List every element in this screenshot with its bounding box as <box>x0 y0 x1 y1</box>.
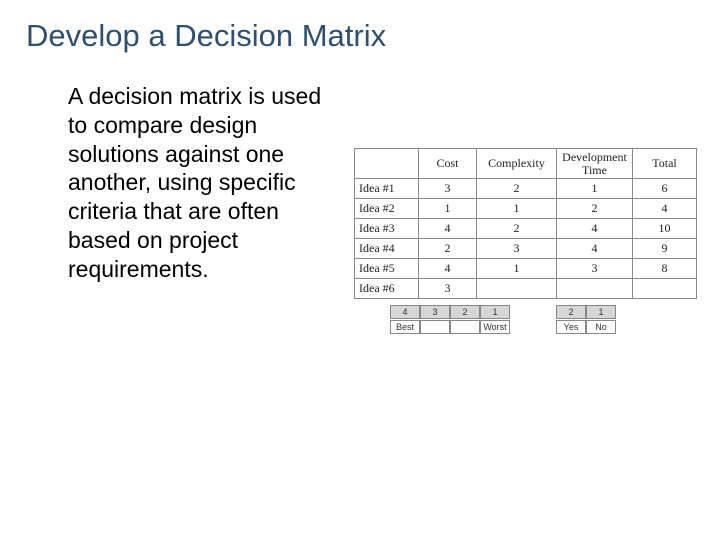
cell: 4 <box>419 219 477 239</box>
cell <box>477 279 557 299</box>
cell: 3 <box>477 239 557 259</box>
table-row: Idea #2 1 1 2 4 <box>355 199 697 219</box>
cell: 3 <box>419 279 477 299</box>
legend-scale-value: 3 <box>420 305 450 319</box>
matrix-legend: 4 3 2 1 2 1 Best Worst Yes No <box>390 305 696 334</box>
decision-matrix: Cost Complexity Development Time Total I… <box>354 148 696 334</box>
matrix-corner <box>355 149 419 179</box>
legend-binary-label: Yes <box>556 320 586 334</box>
legend-binary-value: 2 <box>556 305 586 319</box>
matrix-table: Cost Complexity Development Time Total I… <box>354 148 697 299</box>
slide: Develop a Decision Matrix A decision mat… <box>0 0 720 540</box>
cell: 9 <box>633 239 697 259</box>
row-label: Idea #3 <box>355 219 419 239</box>
cell: 4 <box>633 199 697 219</box>
legend-scale-label: Worst <box>480 320 510 334</box>
cell <box>633 279 697 299</box>
cell: 4 <box>419 259 477 279</box>
legend-binary-label: No <box>586 320 616 334</box>
legend-scale-label <box>450 320 480 334</box>
col-cost: Cost <box>419 149 477 179</box>
cell: 6 <box>633 179 697 199</box>
col-devtime: Development Time <box>557 149 633 179</box>
cell: 2 <box>557 199 633 219</box>
matrix-header-row: Cost Complexity Development Time Total <box>355 149 697 179</box>
cell <box>557 279 633 299</box>
table-row: Idea #3 4 2 4 10 <box>355 219 697 239</box>
legend-scale-value: 2 <box>450 305 480 319</box>
table-row: Idea #6 3 <box>355 279 697 299</box>
row-label: Idea #6 <box>355 279 419 299</box>
legend-scale-value: 4 <box>390 305 420 319</box>
cell: 1 <box>477 259 557 279</box>
cell: 2 <box>419 239 477 259</box>
cell: 3 <box>557 259 633 279</box>
table-row: Idea #5 4 1 3 8 <box>355 259 697 279</box>
cell: 10 <box>633 219 697 239</box>
col-complexity: Complexity <box>477 149 557 179</box>
cell: 8 <box>633 259 697 279</box>
legend-binary-value: 1 <box>586 305 616 319</box>
cell: 1 <box>477 199 557 219</box>
cell: 4 <box>557 239 633 259</box>
row-label: Idea #5 <box>355 259 419 279</box>
legend-scale-value: 1 <box>480 305 510 319</box>
table-row: Idea #1 3 2 1 6 <box>355 179 697 199</box>
legend-scale-label <box>420 320 450 334</box>
table-row: Idea #4 2 3 4 9 <box>355 239 697 259</box>
body-paragraph: A decision matrix is used to compare des… <box>68 82 324 283</box>
legend-scale-label: Best <box>390 320 420 334</box>
cell: 2 <box>477 179 557 199</box>
cell: 2 <box>477 219 557 239</box>
col-total: Total <box>633 149 697 179</box>
row-label: Idea #2 <box>355 199 419 219</box>
row-label: Idea #4 <box>355 239 419 259</box>
cell: 3 <box>419 179 477 199</box>
cell: 1 <box>419 199 477 219</box>
page-title: Develop a Decision Matrix <box>26 18 386 54</box>
legend-values-row: 4 3 2 1 2 1 <box>390 305 696 319</box>
legend-labels-row: Best Worst Yes No <box>390 320 696 334</box>
cell: 1 <box>557 179 633 199</box>
cell: 4 <box>557 219 633 239</box>
row-label: Idea #1 <box>355 179 419 199</box>
